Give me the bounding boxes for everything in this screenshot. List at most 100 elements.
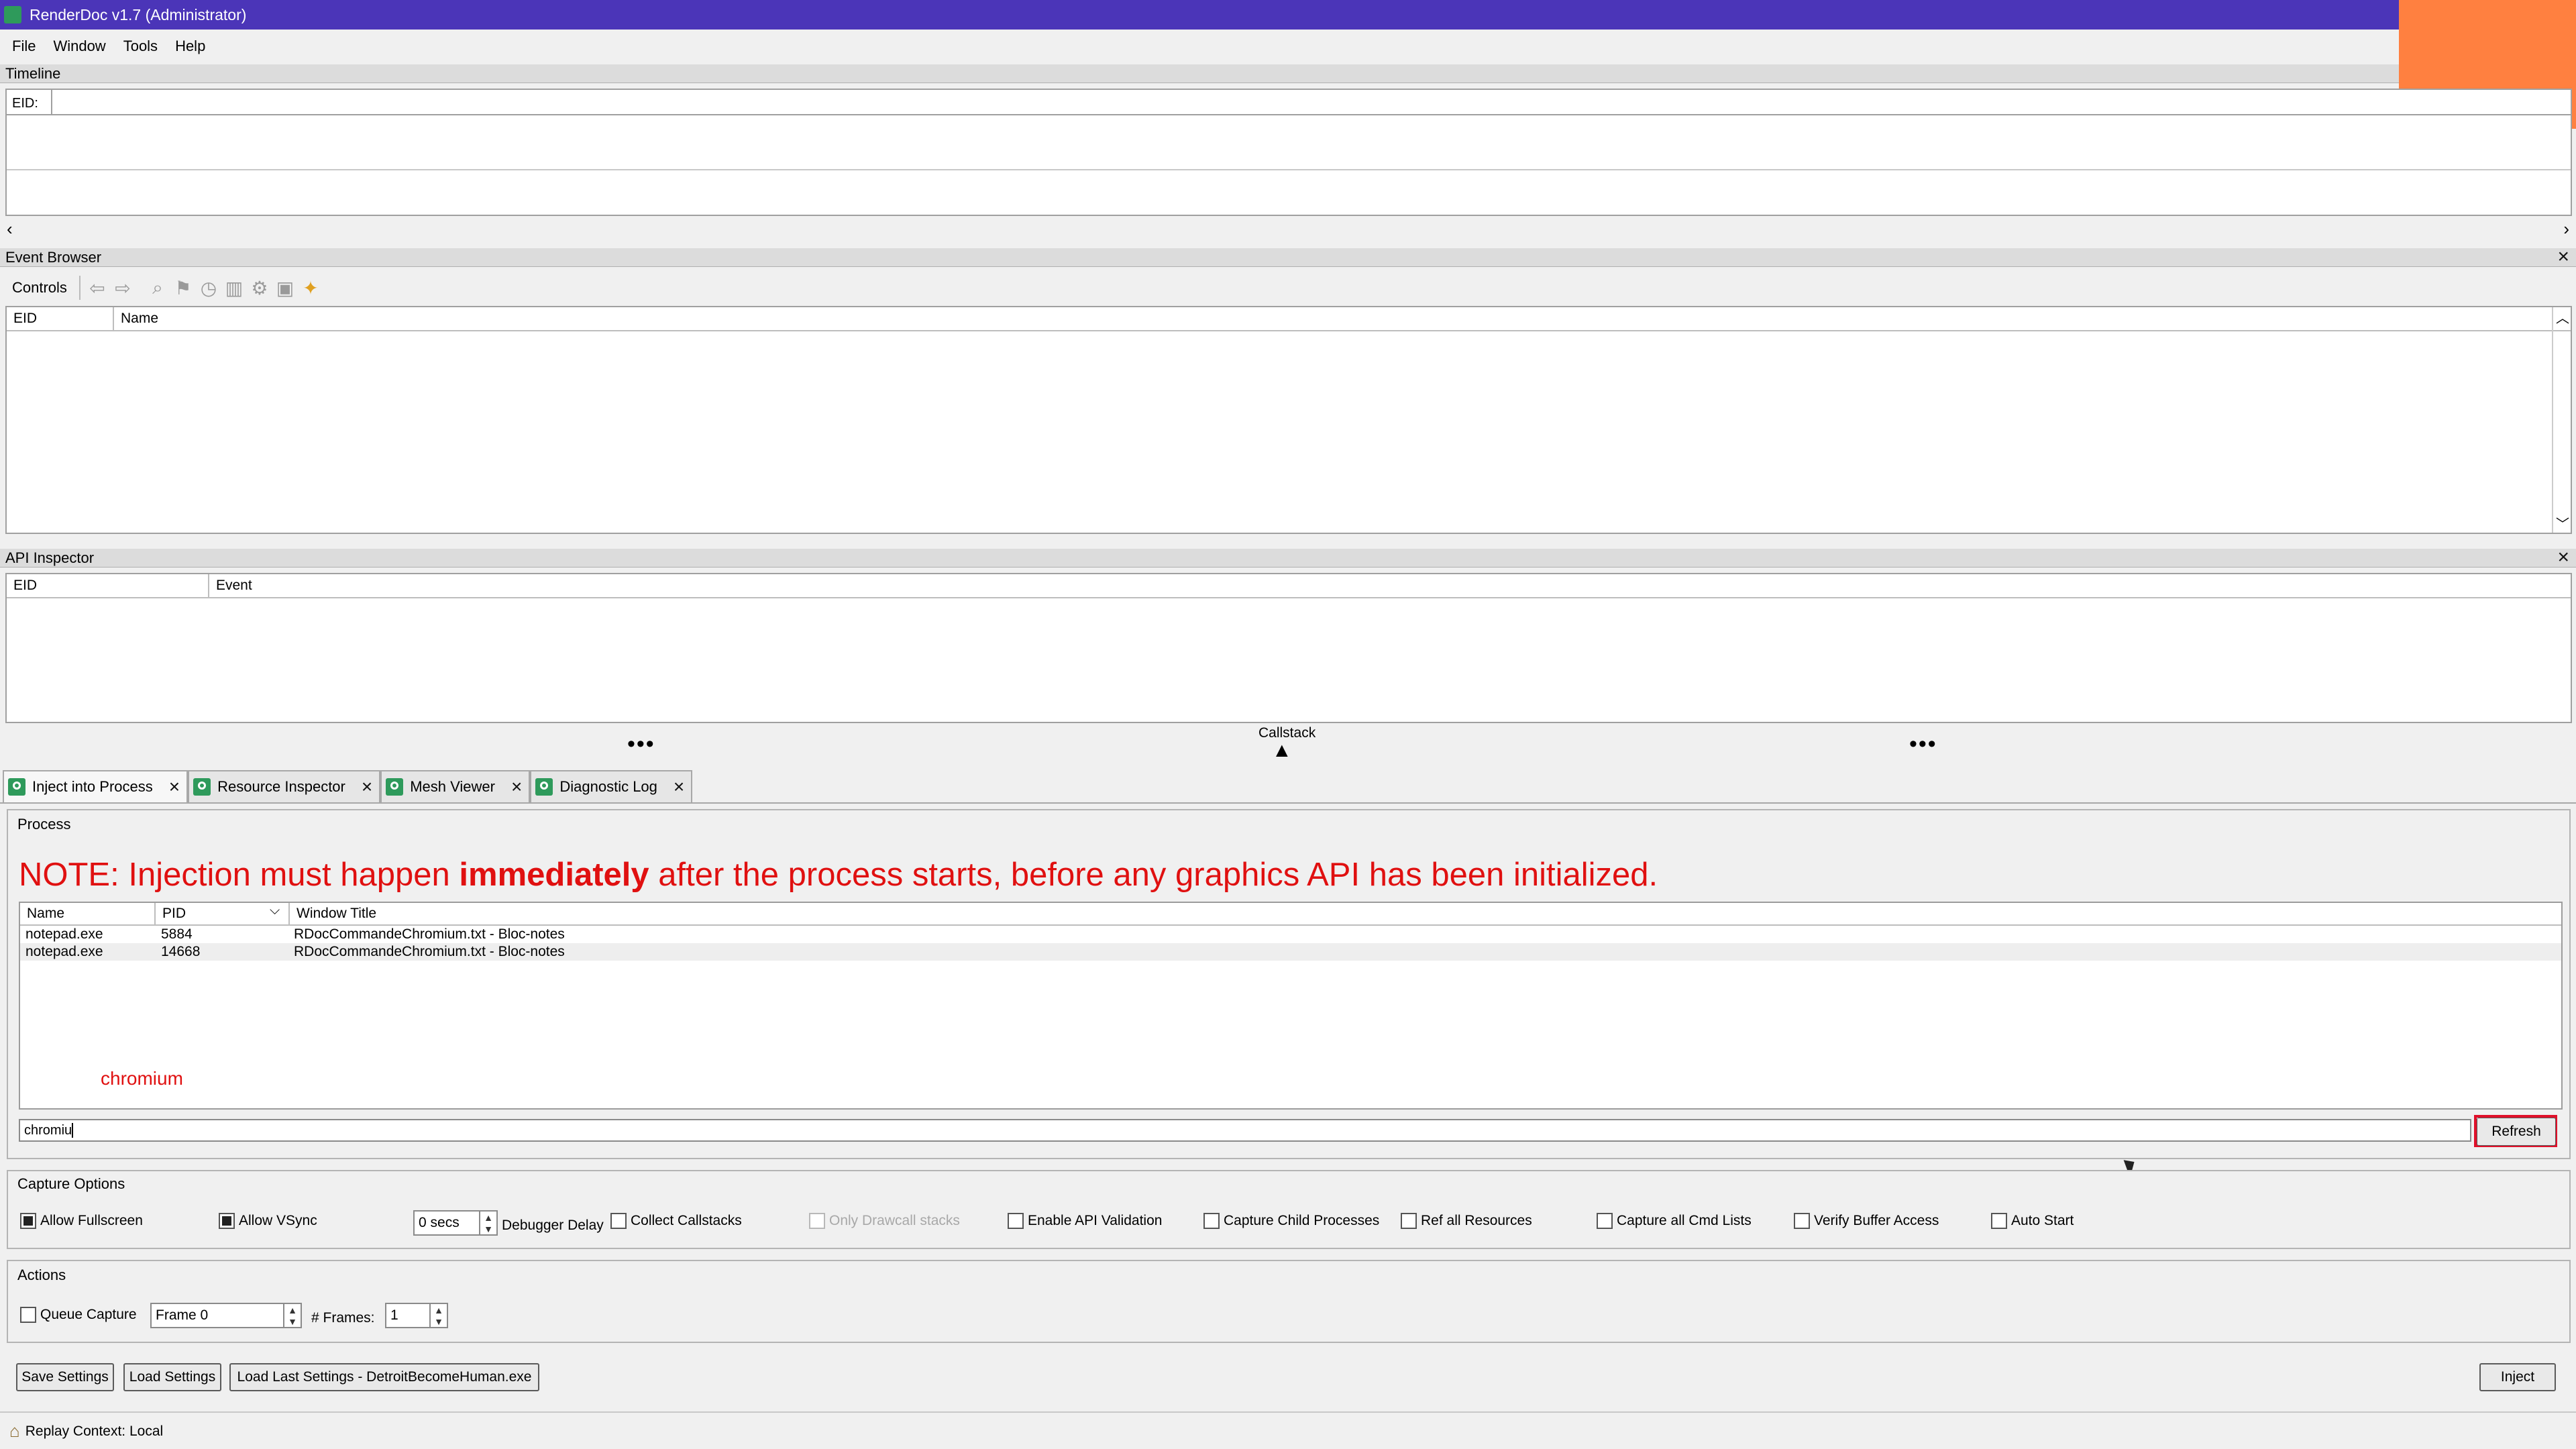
tab-label: Mesh Viewer	[410, 778, 495, 795]
close-icon[interactable]: ×	[362, 777, 372, 796]
menu-help[interactable]: Help	[175, 38, 205, 55]
close-icon[interactable]: ×	[169, 777, 180, 796]
sort-chevron-down-icon[interactable]: ⌵	[270, 903, 280, 918]
tab-diagnostic-log[interactable]: Diagnostic Log ×	[530, 770, 693, 802]
capture-child-processes-checkbox[interactable]: Capture Child Processes	[1203, 1213, 1379, 1229]
menu-file[interactable]: File	[12, 38, 36, 55]
timeline-area[interactable]: EID:	[5, 89, 2572, 216]
tab-inject-into-process[interactable]: Inject into Process ×	[3, 770, 189, 802]
back-arrow-icon[interactable]: ⇦	[85, 275, 110, 301]
button-label: Save Settings	[21, 1369, 109, 1385]
auto-start-checkbox[interactable]: Auto Start	[1991, 1213, 2074, 1229]
collect-callstacks-checkbox[interactable]: Collect Callstacks	[610, 1213, 742, 1229]
frame-spinbox[interactable]: Frame 0 ▲ ▼	[150, 1303, 302, 1328]
more-dots-icon[interactable]: •••	[627, 731, 655, 757]
scroll-left-icon[interactable]: ‹	[7, 219, 13, 239]
timer-icon[interactable]: ◷	[196, 275, 221, 301]
column-eid[interactable]: EID	[7, 307, 114, 330]
table-row[interactable]: notepad.exe 14668 RDocCommandeChromium.t…	[20, 943, 2561, 961]
checkbox[interactable]	[1991, 1213, 2007, 1229]
checkbox[interactable]	[1597, 1213, 1613, 1229]
verify-buffer-access-checkbox[interactable]: Verify Buffer Access	[1794, 1213, 1939, 1229]
close-icon[interactable]: ×	[674, 777, 684, 796]
column-event[interactable]: Event	[209, 574, 2571, 597]
only-drawcall-stacks-checkbox[interactable]: Only Drawcall stacks	[809, 1213, 960, 1229]
column-name[interactable]: Name	[114, 307, 2571, 330]
checkbox[interactable]	[20, 1213, 36, 1229]
spin-arrows-icon[interactable]: ▲ ▼	[283, 1304, 301, 1327]
api-inspector-close-icon[interactable]: ×	[2557, 547, 2569, 568]
filter-input[interactable]: chromiu	[19, 1119, 2471, 1142]
spin-arrows-icon[interactable]: ▲ ▼	[479, 1212, 496, 1234]
frames-count-spinbox[interactable]: 1 ▲ ▼	[385, 1303, 448, 1328]
actions-group: Actions Queue Capture Frame 0 ▲ ▼ # Frame…	[7, 1260, 2571, 1343]
checkbox[interactable]	[610, 1213, 627, 1229]
process-window-title: RDocCommandeChromium.txt - Bloc-notes	[294, 926, 565, 942]
save-settings-button[interactable]: Save Settings	[16, 1363, 114, 1391]
event-browser-close-icon[interactable]: ×	[2557, 247, 2569, 267]
tab-mesh-viewer[interactable]: Mesh Viewer ×	[380, 770, 531, 802]
star-icon[interactable]: ✦	[298, 275, 323, 301]
checkbox[interactable]	[20, 1307, 36, 1323]
checkbox[interactable]	[1794, 1213, 1810, 1229]
menu-tools[interactable]: Tools	[123, 38, 158, 55]
checkbox[interactable]	[809, 1213, 825, 1229]
filter-overlay-text: chromium	[101, 1068, 183, 1089]
event-browser-vscroll[interactable]: ︿ ﹀	[2552, 307, 2571, 533]
menu-window[interactable]: Window	[53, 38, 105, 55]
forward-arrow-icon[interactable]: ⇨	[110, 275, 136, 301]
allow-fullscreen-checkbox[interactable]: Allow Fullscreen	[20, 1213, 143, 1229]
scroll-right-icon[interactable]: ›	[2563, 219, 2569, 239]
save-icon[interactable]: ▣	[272, 275, 298, 301]
queue-capture-checkbox[interactable]: Queue Capture	[20, 1307, 137, 1323]
checkbox[interactable]	[1203, 1213, 1220, 1229]
column-eid[interactable]: EID	[7, 574, 209, 597]
inject-button[interactable]: Inject	[2479, 1363, 2556, 1391]
button-label: Inject	[2500, 1369, 2535, 1385]
api-inspector-header: API Inspector ×	[0, 547, 2576, 568]
process-pid: 14668	[161, 944, 201, 959]
capture-all-cmd-lists-checkbox[interactable]: Capture all Cmd Lists	[1597, 1213, 1752, 1229]
column-window-title[interactable]: Window Title	[290, 903, 2561, 924]
chart-icon[interactable]: ▥	[221, 275, 247, 301]
tab-app-icon	[8, 778, 25, 796]
settings-icon[interactable]: ⚙	[247, 275, 272, 301]
load-last-settings-button[interactable]: Load Last Settings - DetroitBecomeHuman.…	[229, 1363, 539, 1391]
refresh-button[interactable]: Refresh	[2477, 1118, 2556, 1146]
checkbox[interactable]	[219, 1213, 235, 1229]
note-prefix: NOTE: Injection must happen	[19, 857, 460, 893]
find-icon[interactable]: ⌕	[145, 275, 170, 301]
tab-app-icon	[386, 778, 404, 796]
title-bar: RenderDoc v1.7 (Administrator)	[0, 0, 2576, 30]
table-row[interactable]: notepad.exe 5884 RDocCommandeChromium.tx…	[20, 926, 2561, 943]
ref-all-resources-checkbox[interactable]: Ref all Resources	[1401, 1213, 1532, 1229]
timeline-scrollbar[interactable]: ‹ ›	[5, 219, 2572, 239]
note-suffix: after the process starts, before any gra…	[649, 857, 1658, 893]
spin-arrows-icon[interactable]: ▲ ▼	[429, 1304, 447, 1327]
checkbox[interactable]	[1401, 1213, 1417, 1229]
allow-vsync-checkbox[interactable]: Allow VSync	[219, 1213, 317, 1229]
callstack-splitter[interactable]: ••• Callstack ▲ •••	[0, 723, 2576, 762]
controls-label: Controls	[12, 279, 67, 296]
filter-value: chromiu	[24, 1122, 72, 1138]
close-icon[interactable]: ×	[511, 777, 522, 796]
delay-value: 0 secs	[419, 1215, 460, 1230]
load-settings-button[interactable]: Load Settings	[123, 1363, 221, 1391]
api-inspector-list[interactable]: EID Event	[5, 573, 2572, 723]
more-dots-icon[interactable]: •••	[1909, 731, 1937, 757]
checkbox[interactable]	[1008, 1213, 1024, 1229]
tab-resource-inspector[interactable]: Resource Inspector ×	[188, 770, 381, 802]
actions-title: Actions	[17, 1267, 66, 1283]
enable-api-validation-checkbox[interactable]: Enable API Validation	[1008, 1213, 1162, 1229]
column-name[interactable]: Name	[20, 903, 156, 924]
bookmark-flag-icon[interactable]: ⚑	[170, 275, 196, 301]
callstack-expand-icon[interactable]: ▲	[1272, 739, 1292, 762]
checkbox-label: Allow VSync	[239, 1213, 317, 1228]
debugger-delay-spinbox[interactable]: 0 secs ▲ ▼	[413, 1210, 498, 1236]
scroll-down-icon[interactable]: ﹀	[2556, 513, 2569, 533]
process-list[interactable]: Name PID Window Title ⌵ notepad.exe 5884…	[19, 902, 2563, 1110]
tab-label: Inject into Process	[32, 778, 153, 795]
event-browser-list[interactable]: EID Name ︿ ﹀	[5, 306, 2572, 534]
scroll-up-icon[interactable]: ︿	[2556, 307, 2569, 327]
process-pid: 5884	[161, 926, 193, 942]
